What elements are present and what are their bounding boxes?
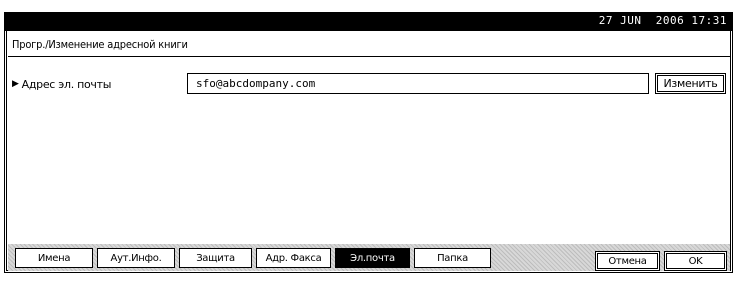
title-divider	[8, 56, 730, 57]
tab-folder[interactable]: Папка	[414, 248, 491, 268]
date-time: 27 JUN 2006 17:31	[598, 14, 727, 27]
tab-protection[interactable]: Защита	[179, 248, 252, 268]
pointer-arrow-icon: ▶	[12, 79, 19, 89]
email-label-text: Адрес эл. почты	[21, 78, 112, 91]
status-bar: 27 JUN 2006 17:31	[4, 12, 733, 31]
change-button[interactable]: Изменить	[655, 73, 726, 94]
tab-names[interactable]: Имена	[15, 248, 93, 268]
ok-button[interactable]: OK	[664, 251, 727, 271]
page-title: Прогр./Изменение адресной книги	[12, 38, 188, 51]
email-address-field[interactable]: sfo@abcdompany.com	[187, 73, 649, 94]
email-field-label: ▶ Адрес эл. почты	[12, 78, 111, 91]
cancel-button[interactable]: Отмена	[595, 251, 660, 271]
dialog-frame	[4, 12, 733, 273]
tab-email[interactable]: Эл.почта	[335, 248, 410, 268]
tab-auth-info[interactable]: Аут.Инфо.	[97, 248, 175, 268]
tab-fax-address[interactable]: Адр. Факса	[256, 248, 331, 268]
